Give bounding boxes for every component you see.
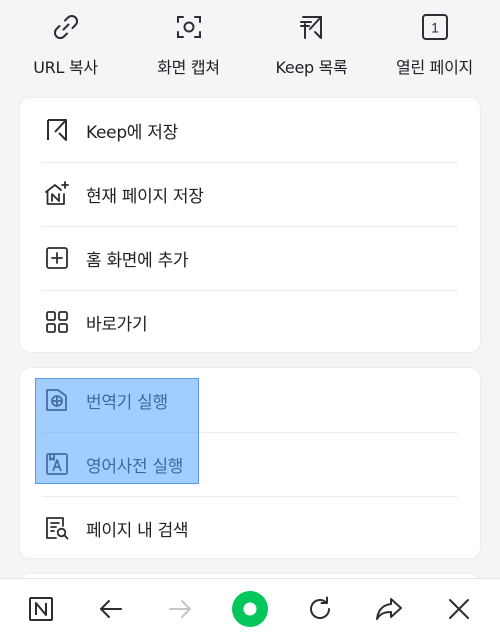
refresh-icon: [309, 596, 330, 619]
open-pages-count: 1: [431, 20, 439, 36]
dictionary-icon: [44, 451, 70, 477]
keep-list-icon: [295, 10, 329, 44]
shortcuts-grid-icon: [44, 309, 70, 335]
back-arrow-icon: [99, 600, 122, 618]
screen-capture-button[interactable]: 화면 캡쳐: [129, 10, 249, 78]
shortcuts-label: 바로가기: [86, 314, 148, 335]
menu-card-save: Keep에 저장 현재 페이지 저장 홈 화면에 추가 바로가기: [20, 98, 480, 352]
share-icon: [376, 598, 403, 620]
dictionary-label: 영어사전 실행: [86, 456, 184, 477]
keep-save-label: Keep에 저장: [86, 122, 178, 143]
naver-home-button[interactable]: [13, 585, 69, 633]
keep-list-button[interactable]: Keep 목록: [252, 10, 372, 78]
open-pages-button[interactable]: 1 열린 페이지: [375, 10, 495, 78]
close-icon: [449, 599, 470, 619]
translator-icon: [44, 387, 70, 413]
open-pages-label: 열린 페이지: [396, 58, 473, 77]
dictionary-item[interactable]: 영어사전 실행: [20, 432, 480, 496]
find-in-page-icon: [44, 515, 70, 541]
find-in-page-label: 페이지 내 검색: [86, 520, 189, 541]
open-pages-icon: 1: [418, 10, 452, 44]
add-home-label: 홈 화면에 추가: [86, 250, 189, 271]
copy-url-label: URL 복사: [33, 58, 98, 77]
find-in-page-item[interactable]: 페이지 내 검색: [20, 496, 480, 560]
green-dot-button[interactable]: [222, 585, 278, 633]
screen-capture-icon: [172, 10, 206, 44]
copy-url-button[interactable]: URL 복사: [6, 10, 126, 78]
link-icon: [49, 10, 83, 44]
add-home-item[interactable]: 홈 화면에 추가: [20, 226, 480, 290]
menu-card-tools: 번역기 실행 영어사전 실행 페이지 내 검색: [20, 368, 480, 558]
bookmark-icon: [44, 117, 70, 143]
quick-actions-row: URL 복사 화면 캡쳐 Keep 목록 1 열린 페이지: [0, 0, 500, 92]
refresh-button[interactable]: [292, 585, 348, 633]
keep-save-item[interactable]: Keep에 저장: [20, 98, 480, 162]
add-home-icon: [44, 245, 70, 271]
green-dot-icon: [231, 591, 268, 627]
bottom-toolbar: [0, 578, 500, 639]
shortcuts-item[interactable]: 바로가기: [20, 290, 480, 354]
translator-label: 번역기 실행: [86, 392, 168, 413]
back-button[interactable]: [83, 585, 139, 633]
save-page-label: 현재 페이지 저장: [86, 186, 204, 207]
save-page-item[interactable]: 현재 페이지 저장: [20, 162, 480, 226]
naver-home-icon: [28, 597, 53, 621]
forward-arrow-icon: [169, 600, 192, 618]
screen-capture-label: 화면 캡쳐: [157, 58, 220, 77]
keep-list-label: Keep 목록: [275, 58, 348, 77]
save-page-icon: [44, 181, 70, 207]
share-button[interactable]: [361, 585, 417, 633]
close-button[interactable]: [431, 585, 487, 633]
forward-button[interactable]: [152, 585, 208, 633]
translator-item[interactable]: 번역기 실행: [20, 368, 480, 432]
